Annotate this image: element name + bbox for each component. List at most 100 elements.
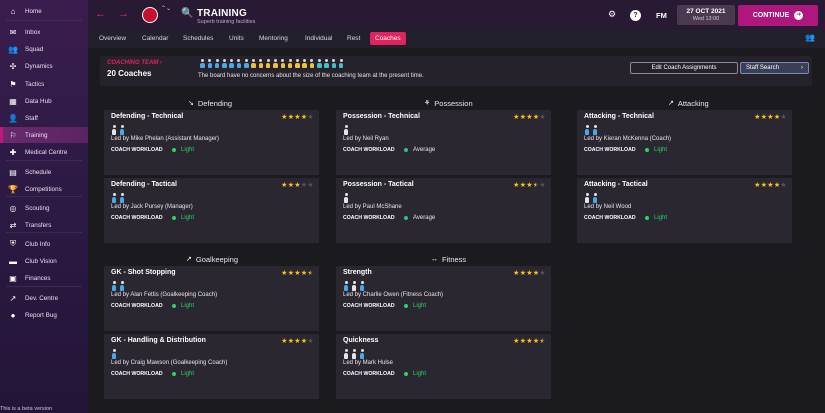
coach-card-def-tech[interactable]: Defending - Technical ★★★★★ Led by Mike Ph…	[104, 110, 319, 175]
tab-coaches[interactable]: Coaches	[370, 32, 406, 45]
coach-person-icon[interactable]	[342, 193, 350, 203]
help-icon[interactable]: ?	[630, 10, 641, 21]
card-title: Possession - Technical	[343, 113, 420, 120]
coach-person-icon	[279, 59, 286, 69]
coach-card-strength[interactable]: Strength ★★★★★ Led by Charlie Owen (Fitnes…	[336, 266, 551, 331]
page-title: TRAINING	[197, 8, 247, 19]
chevron-updown-icon[interactable]: ⌃⌄	[161, 6, 171, 12]
settings-icon[interactable]: ⚙	[608, 9, 616, 20]
sidebar-item-tactics[interactable]: ⚑ Tactics	[0, 76, 88, 92]
coach-person-icon[interactable]	[591, 125, 599, 135]
sidebar-item-training[interactable]: ⚐ Training	[0, 127, 88, 143]
coach-person-icon[interactable]	[118, 193, 126, 203]
assigned-coaches	[342, 193, 350, 203]
coach-person-icon[interactable]	[110, 125, 118, 135]
fm-menu-button[interactable]: FM	[656, 11, 667, 20]
coach-person-icon[interactable]	[118, 125, 126, 135]
coach-person-icon[interactable]	[342, 281, 350, 291]
coach-person-icon[interactable]	[358, 349, 366, 359]
club-info-icon: ⛨	[10, 239, 16, 248]
edit-coach-assignments-button[interactable]: Edit Coach Assignments	[630, 62, 738, 74]
workload-label: COACH WORKLOAD	[343, 303, 395, 309]
star-icon: ★	[281, 182, 288, 189]
coach-person-icon[interactable]	[591, 193, 599, 203]
sidebar-item-home[interactable]: ⌂ Home	[0, 3, 88, 19]
sidebar-item-scouting[interactable]: ◎ Scouting	[0, 200, 88, 216]
continue-button[interactable]: CONTINUE ➜	[738, 5, 818, 26]
assigned-coaches	[583, 193, 599, 203]
coaching-team-link[interactable]: COACHING TEAM ›	[107, 60, 162, 66]
star-icon: ★	[307, 114, 314, 121]
tab-rest[interactable]: Rest	[342, 32, 365, 45]
star-rating: ★★★★★	[513, 337, 546, 345]
sidebar-item-label: Report Bug	[25, 311, 57, 319]
coach-person-icon[interactable]	[118, 281, 126, 291]
coach-person-icon[interactable]	[350, 281, 358, 291]
sidebar-item-dev-centre[interactable]: ↗ Dev. Centre	[0, 290, 88, 306]
lead-coach[interactable]: Led by Neil Ryan	[343, 136, 389, 142]
coach-card-gk-hand[interactable]: GK - Handling & Distribution ★★★★★ Led by …	[104, 334, 319, 399]
coach-card-quickness[interactable]: Quickness ★★★★★ Led by Mark Hulse COACH WOR…	[336, 334, 551, 399]
forward-arrow-icon[interactable]: →	[118, 8, 129, 20]
tab-individual[interactable]: Individual	[300, 32, 337, 45]
coach-card-pos-tact[interactable]: Possession - Tactical ★★★★★ Led by Paul Mc…	[336, 178, 551, 243]
coach-person-icon[interactable]	[342, 349, 350, 359]
coach-person-icon[interactable]	[110, 349, 118, 359]
sidebar-item-dynamics[interactable]: ✣ Dynamics	[0, 58, 88, 74]
inbox-icon: ✉	[9, 27, 17, 37]
coach-card-att-tech[interactable]: Attacking - Technical ★★★★★ Led by Kieran …	[577, 110, 792, 175]
sidebar-item-club-info[interactable]: ⛨ Club Info	[0, 236, 88, 252]
lead-coach[interactable]: Led by Mark Hulse	[343, 360, 393, 366]
sidebar-item-inbox[interactable]: ✉ Inbox	[0, 24, 88, 40]
sidebar-item-report-bug[interactable]: ● Report Bug	[0, 307, 88, 323]
sidebar-item-finances[interactable]: ▣ Finances	[0, 270, 88, 286]
lead-coach[interactable]: Led by Jack Pursey (Manager)	[111, 204, 193, 210]
coach-card-def-tact[interactable]: Defending - Tactical ★★★★★ Led by Jack Pur…	[104, 178, 319, 243]
sidebar-item-competitions[interactable]: 🏆 Competitions	[0, 181, 88, 197]
lead-coach[interactable]: Led by Mike Phelan (Assistant Manager)	[111, 136, 219, 142]
sidebar-item-label: Home	[25, 7, 42, 15]
lead-coach[interactable]: Led by Paul McShane	[343, 204, 402, 210]
coach-person-icon[interactable]	[110, 193, 118, 203]
sidebar-item-staff[interactable]: 👤 Staff	[0, 110, 88, 126]
coach-person-icon[interactable]	[342, 125, 350, 135]
workload-dot-icon	[172, 372, 176, 376]
sidebar-item-transfers[interactable]: ⇄ Transfers	[0, 217, 88, 233]
workload-dot-icon	[404, 304, 408, 308]
lead-coach[interactable]: Led by Alan Fettis (Goalkeeping Coach)	[111, 292, 217, 298]
coach-person-icon[interactable]	[350, 349, 358, 359]
people-icon[interactable]: 👥	[805, 33, 815, 42]
lead-coach[interactable]: Led by Kieran McKenna (Coach)	[584, 136, 671, 142]
fitness-icon: ↔	[431, 255, 438, 263]
sidebar-item-club-vision[interactable]: ▬ Club Vision	[0, 253, 88, 269]
lead-coach[interactable]: Led by Neil Wood	[584, 204, 631, 210]
coach-card-att-tact[interactable]: Attacking - Tactical ★★★★★ Led by Neil Woo…	[577, 178, 792, 243]
search-icon[interactable]: 🔍	[181, 8, 193, 19]
sidebar-item-squad[interactable]: 👥 Squad	[0, 41, 88, 57]
tab-mentoring[interactable]: Mentoring	[254, 32, 293, 45]
coach-person-icon[interactable]	[110, 281, 118, 291]
tab-units[interactable]: Units	[224, 32, 249, 45]
workload-label: COACH WORKLOAD	[111, 303, 163, 309]
sidebar-item-medical-centre[interactable]: ✚ Medical Centre	[0, 144, 88, 160]
coach-person-icon[interactable]	[583, 125, 591, 135]
report-bug-icon: ●	[10, 310, 16, 320]
tab-schedules[interactable]: Schedules	[178, 32, 218, 45]
sidebar-item-data-hub[interactable]: ▦ Data Hub	[0, 93, 88, 109]
lead-coach[interactable]: Led by Craig Mawson (Goalkeeping Coach)	[111, 360, 227, 366]
workload-value: Average	[413, 214, 436, 221]
date-display[interactable]: 27 OCT 2021 Wed 13:00	[677, 5, 735, 25]
club-badge[interactable]	[142, 7, 158, 23]
lead-coach[interactable]: Led by Charlie Owen (Fitness Coach)	[343, 292, 443, 298]
coach-person-icon[interactable]	[358, 281, 366, 291]
tab-calendar[interactable]: Calendar	[137, 32, 173, 45]
sidebar-item-schedule[interactable]: ▤ Schedule	[0, 164, 88, 180]
sidebar-item-label: Tactics	[25, 80, 45, 88]
back-arrow-icon[interactable]: ←	[95, 8, 106, 20]
coach-card-pos-tech[interactable]: Possession - Technical ★★★★★ Led by Neil R…	[336, 110, 551, 175]
tab-overview[interactable]: Overview	[94, 32, 131, 45]
coach-card-gk-shot[interactable]: GK - Shot Stopping ★★★★★ Led by Alan Fetti…	[104, 266, 319, 331]
coach-person-icon[interactable]	[583, 193, 591, 203]
staff-search-button[interactable]: Staff Search ›	[740, 62, 809, 74]
star-icon: ★	[767, 114, 774, 121]
